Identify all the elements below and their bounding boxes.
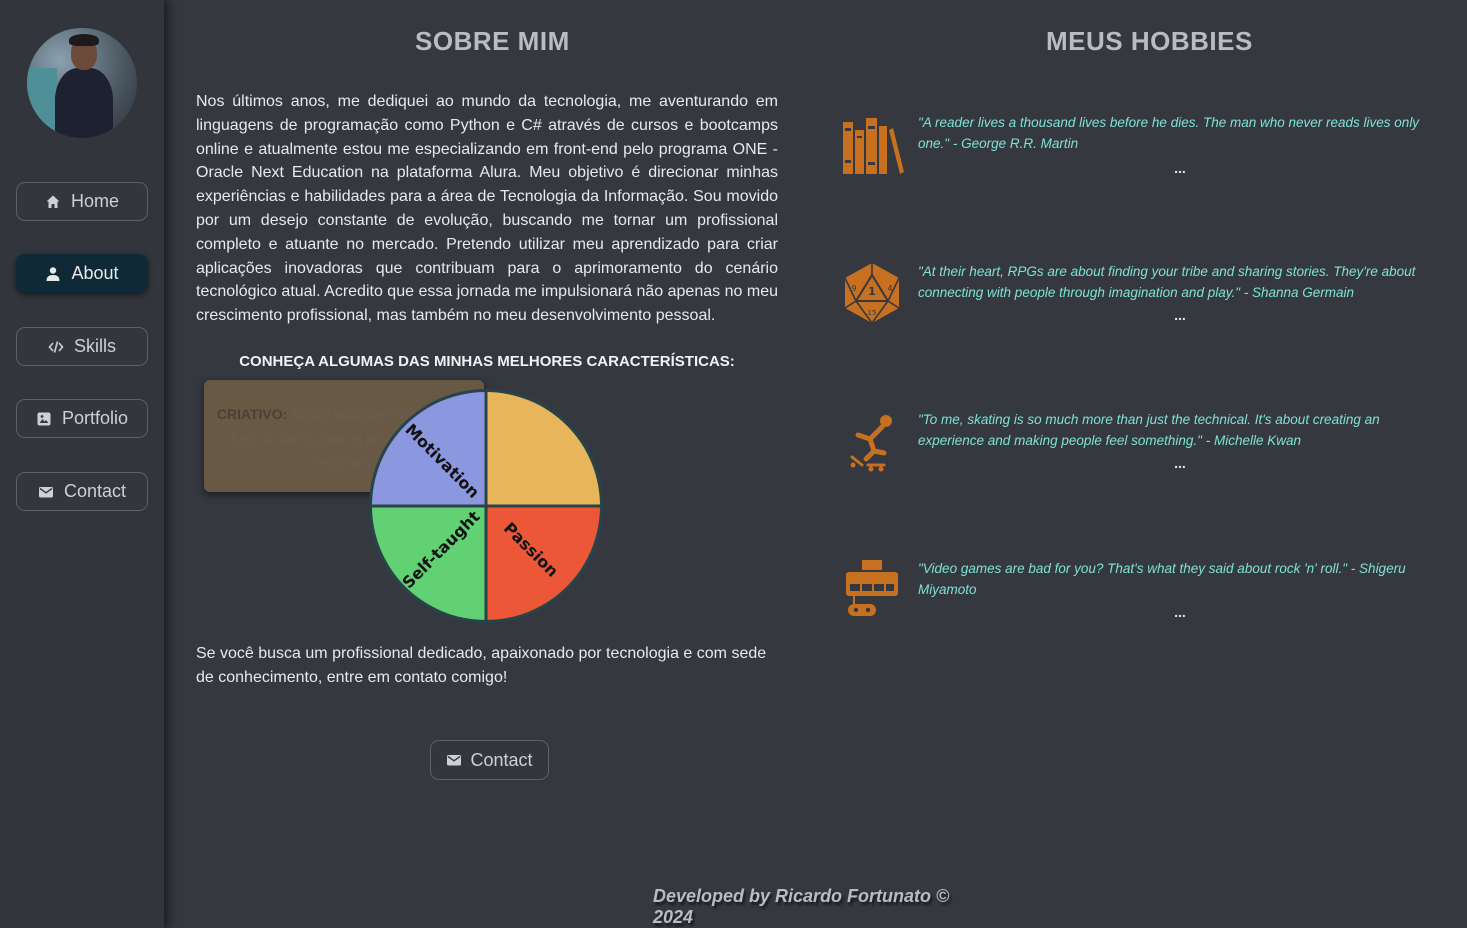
sidebar-item-skills[interactable]: Skills	[16, 327, 148, 366]
skater-icon	[840, 409, 904, 473]
traits-pie-chart: PassionSelf-taughtMotivation	[369, 389, 603, 623]
hobby-more[interactable]: ...	[1170, 307, 1190, 323]
about-paragraph: Nos últimos anos, me dediquei ao mundo d…	[196, 93, 778, 325]
user-icon	[45, 266, 61, 282]
code-icon	[48, 339, 64, 355]
image-icon	[36, 411, 52, 427]
hobby-item-skating: "To me, skating is so much more than jus…	[840, 409, 1440, 499]
sidebar-item-contact[interactable]: Contact	[16, 472, 148, 511]
sidebar-item-label: Portfolio	[61, 408, 129, 428]
sidebar: Home About Skills Portfolio Contact	[0, 0, 164, 928]
sidebar-item-label: Skills	[73, 336, 116, 356]
contact-button-label: Contact	[470, 749, 533, 770]
about-title: SOBRE MIM	[415, 26, 570, 56]
game-console-icon	[840, 558, 904, 622]
hobby-quote: "At their heart, RPGs are about finding …	[918, 264, 1416, 300]
hobby-more[interactable]: ...	[1170, 604, 1190, 620]
svg-text:15: 15	[868, 309, 877, 317]
contact-button[interactable]: Contact	[430, 740, 549, 780]
avatar	[27, 28, 137, 138]
sidebar-item-label: Home	[70, 191, 119, 211]
svg-text:9: 9	[851, 284, 856, 293]
closing-paragraph: Se você busca um profissional dedicado, …	[196, 645, 767, 686]
sidebar-item-label: Contact	[63, 481, 127, 501]
mail-icon	[38, 484, 54, 500]
hobbies-title: MEUS HOBBIES	[1046, 26, 1253, 56]
hobby-item-gaming: "Video games are bad for you? That's wha…	[840, 558, 1440, 648]
hobby-more[interactable]: ...	[1170, 160, 1190, 176]
svg-text:1: 1	[868, 285, 876, 298]
sidebar-item-about[interactable]: About	[16, 254, 148, 293]
home-icon	[45, 194, 61, 210]
svg-text:4: 4	[887, 284, 892, 293]
hobby-item-rpg: 1 9 4 15 "At their heart, RPGs are about…	[840, 261, 1440, 351]
hobby-quote: "Video games are bad for you? That's wha…	[918, 561, 1406, 597]
hobby-item-reading: "A reader lives a thousand lives before …	[840, 112, 1440, 202]
d20-dice-icon: 1 9 4 15	[840, 261, 904, 325]
sidebar-item-portfolio[interactable]: Portfolio	[16, 399, 148, 438]
mail-icon	[446, 752, 462, 768]
sidebar-item-home[interactable]: Home	[16, 182, 148, 221]
sidebar-item-label: About	[71, 263, 119, 283]
hobby-quote: "A reader lives a thousand lives before …	[918, 115, 1420, 151]
books-icon	[840, 112, 904, 176]
hobby-quote: "To me, skating is so much more than jus…	[918, 412, 1380, 448]
pie-slice[interactable]	[486, 392, 600, 506]
traits-heading: CONHEÇA ALGUMAS DAS MINHAS MELHORES CARA…	[239, 353, 735, 370]
footer-credit: Developed by Ricardo Fortunato © 2024	[653, 886, 950, 927]
tooltip-label: CRIATIVO:	[216, 406, 288, 422]
hobby-more[interactable]: ...	[1170, 455, 1190, 471]
